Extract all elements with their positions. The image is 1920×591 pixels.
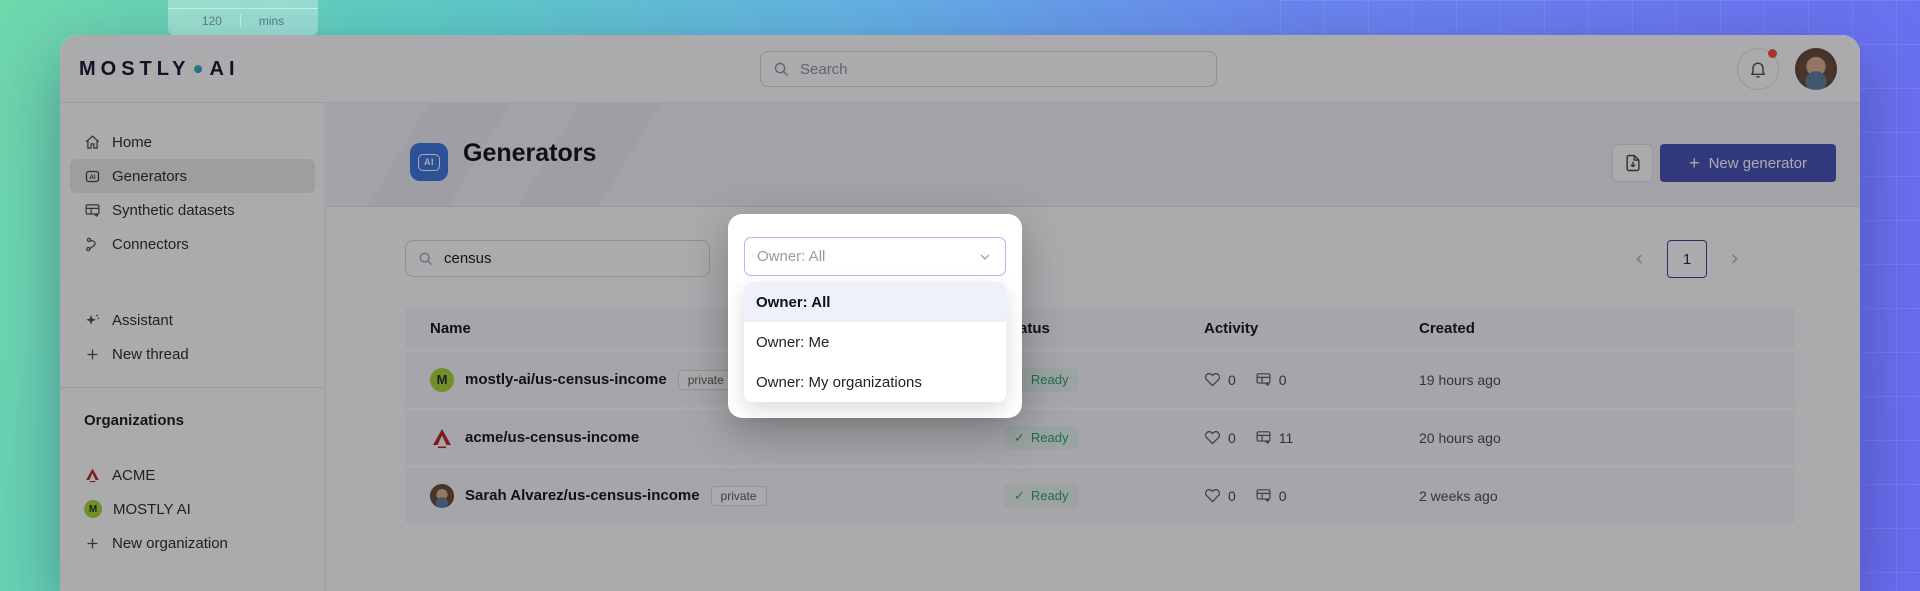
background-panel-value: 120 <box>202 14 222 28</box>
background-settings-panel: Max training time 120 mins <box>168 0 318 36</box>
owner-option-all[interactable]: Owner: All <box>744 282 1006 322</box>
owner-option-me[interactable]: Owner: Me <box>744 322 1006 362</box>
owner-filter-menu: Owner: All Owner: Me Owner: My organizat… <box>744 282 1006 402</box>
background-panel-unit: mins <box>259 14 284 28</box>
chevron-down-icon <box>977 249 993 265</box>
owner-filter-select[interactable]: Owner: All <box>744 237 1006 276</box>
divider <box>240 14 241 28</box>
owner-option-my-organizations[interactable]: Owner: My organizations <box>744 362 1006 402</box>
owner-filter-value: Owner: All <box>757 248 977 265</box>
owner-filter-spotlight: Owner: All Owner: All Owner: Me Owner: M… <box>728 214 1022 418</box>
